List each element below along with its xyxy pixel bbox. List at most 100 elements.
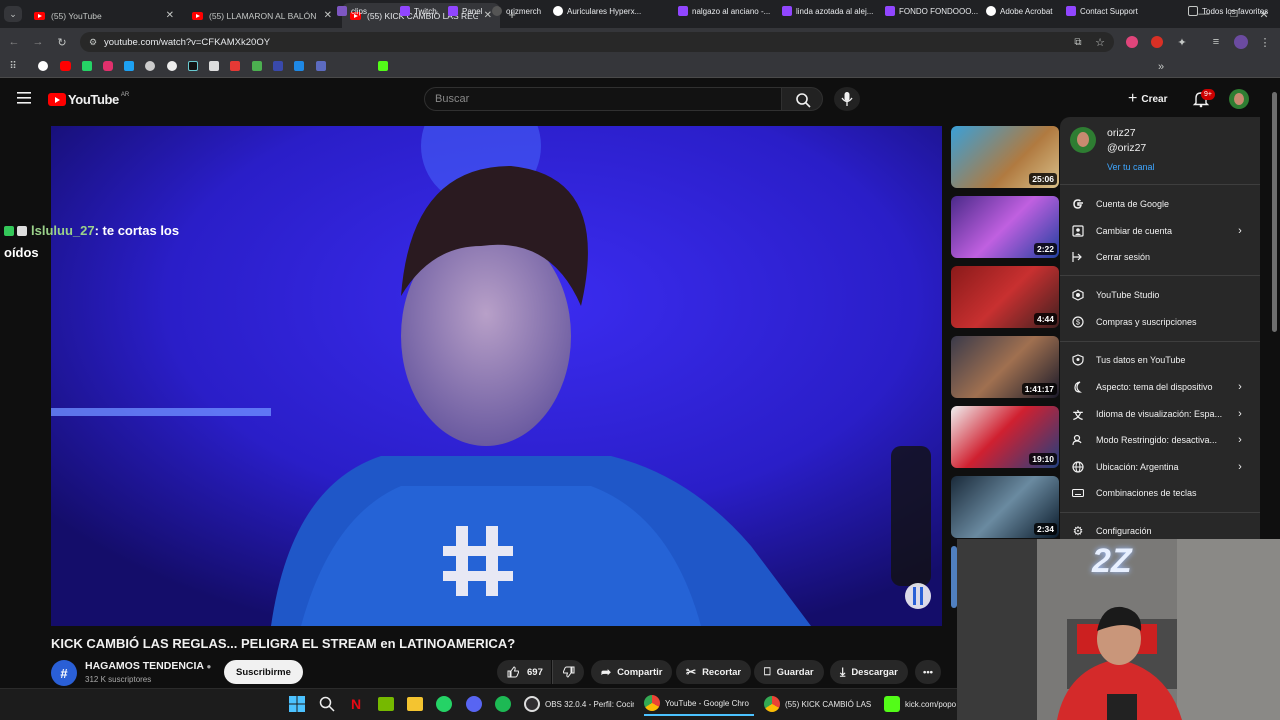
taskbar-obs[interactable]: OBS 32.0.4 - Perfil: Cocin	[524, 692, 634, 716]
instagram-bookmark-icon[interactable]	[103, 61, 113, 71]
bookmark-linda[interactable]: linda azotada al alej...	[782, 4, 873, 18]
all-bookmarks-folder[interactable]: Todos los favoritos	[1188, 4, 1268, 18]
recommended-thumbnail[interactable]: 2:34	[951, 476, 1059, 538]
recommended-thumbnail[interactable]: 25:06	[951, 126, 1059, 188]
search-button[interactable]	[781, 87, 823, 111]
download-button[interactable]: ⤓ Descargar	[830, 660, 908, 684]
bookmark-icon[interactable]	[167, 61, 177, 71]
bookmark-icon[interactable]	[294, 61, 304, 71]
menu-item-your-data[interactable]: Tus datos en YouTube	[1060, 347, 1260, 373]
clip-button[interactable]: ✂ Recortar	[676, 660, 752, 684]
search-icon[interactable]	[319, 696, 335, 712]
taskbar-kick[interactable]: kick.com/popo	[884, 692, 957, 716]
tiktok-bookmark-icon[interactable]	[188, 61, 198, 71]
netflix-icon[interactable]: N	[349, 697, 363, 711]
taskbar-chrome-youtube[interactable]: YouTube - Google Chro	[644, 692, 754, 716]
extensions-puzzle-icon[interactable]: ✦	[1174, 34, 1190, 50]
close-tab-icon[interactable]: ✕	[324, 10, 332, 21]
bookmark-star-icon[interactable]: ☆	[1092, 34, 1108, 50]
tab-llamaron[interactable]: (55) LLAMARON AL BALÓN DE ✕	[184, 3, 340, 28]
bookmark-icon[interactable]	[145, 61, 155, 71]
menu-item-switch-account[interactable]: Cambiar de cuenta ›	[1060, 218, 1260, 244]
menu-item-google-account[interactable]: Cuenta de Google	[1060, 191, 1260, 217]
create-button[interactable]: + Crear	[1128, 90, 1167, 108]
site-info-icon[interactable]: ⚙	[87, 36, 99, 48]
extension-icon[interactable]	[1151, 36, 1163, 48]
shield-person-icon	[1071, 353, 1085, 367]
google-bookmark-icon[interactable]	[38, 61, 48, 71]
bookmark-orizmerch[interactable]: orizmerch	[492, 4, 541, 18]
badge-icon	[4, 226, 14, 236]
youtube-bookmark-icon[interactable]	[60, 61, 71, 71]
kebab-menu-icon[interactable]: ⋮	[1258, 34, 1272, 50]
menu-item-sign-out[interactable]: Cerrar sesión	[1060, 244, 1260, 270]
file-explorer-icon[interactable]	[407, 697, 423, 711]
tab-search-icon[interactable]: ⌄	[4, 6, 22, 22]
subscribe-button[interactable]: Suscribirme	[224, 660, 303, 684]
menu-item-purchases[interactable]: $ Compras y suscripciones	[1060, 309, 1260, 335]
recommended-thumbnail[interactable]: 4:44	[951, 266, 1059, 328]
whatsapp-icon[interactable]	[436, 696, 452, 712]
share-button[interactable]: ➦ Compartir	[591, 660, 673, 684]
taskbar-chrome-kick[interactable]: (55) KICK CAMBIÓ LAS I	[764, 692, 874, 716]
bookmark-icon[interactable]	[209, 61, 219, 71]
menu-item-location[interactable]: Ubicación: Argentina ›	[1060, 454, 1260, 480]
bookmark-clips[interactable]: clips	[337, 4, 367, 18]
menu-item-appearance[interactable]: Aspecto: tema del dispositivo ›	[1060, 374, 1260, 400]
account-avatar[interactable]	[1229, 89, 1249, 109]
menu-item-restricted-mode[interactable]: Modo Restringido: desactiva... ›	[1060, 427, 1260, 453]
menu-item-youtube-studio[interactable]: YouTube Studio	[1060, 282, 1260, 308]
windows-start-icon[interactable]	[289, 696, 305, 712]
bookmark-panel[interactable]: Panel	[448, 4, 482, 18]
spotify-icon[interactable]	[495, 696, 511, 712]
channel-avatar[interactable]: #	[51, 660, 77, 686]
youtube-logo[interactable]: YouTube AR	[48, 92, 129, 107]
install-app-icon[interactable]: ⧉	[1070, 34, 1086, 50]
video-player[interactable]	[51, 126, 942, 626]
bookmark-contact-support[interactable]: Contact Support	[1066, 4, 1138, 18]
view-channel-link[interactable]: Ver tu canal	[1107, 162, 1155, 172]
menu-item-label: YouTube Studio	[1096, 290, 1160, 300]
obs-icon	[524, 696, 540, 712]
address-bar[interactable]: ⚙ youtube.com/watch?v=CFKAMXk20OY	[80, 32, 1114, 52]
kick-bookmark-icon[interactable]	[378, 61, 388, 71]
bookmark-auriculares[interactable]: Auriculares Hyperx...	[553, 4, 641, 18]
search-input[interactable]: Buscar	[424, 87, 782, 111]
bookmark-twitch[interactable]: Twitch	[400, 4, 437, 18]
like-button[interactable]: 697	[497, 660, 551, 684]
save-button[interactable]: ⎕ Guardar	[754, 660, 824, 684]
bookmark-icon[interactable]	[124, 61, 134, 71]
recommended-thumbnail[interactable]: 2:22	[951, 196, 1059, 258]
close-tab-icon[interactable]: ✕	[166, 10, 174, 21]
menu-item-keyboard-shortcuts[interactable]: Combinaciones de teclas	[1060, 480, 1260, 506]
tab-youtube[interactable]: (55) YouTube ✕	[26, 3, 182, 28]
back-icon[interactable]: ←	[6, 34, 22, 50]
apps-grid-icon[interactable]: ⠿	[6, 59, 20, 73]
recommended-thumbnail[interactable]: 1:41:17	[951, 336, 1059, 398]
bookmark-icon[interactable]	[316, 61, 326, 71]
nvidia-icon[interactable]	[378, 697, 394, 711]
bookmark-icon[interactable]	[230, 61, 240, 71]
bookmark-nalgazo[interactable]: nalgazo al anciano -...	[678, 4, 770, 18]
extension-icon[interactable]	[1126, 36, 1138, 48]
bookmark-icon[interactable]	[273, 61, 283, 71]
media-control-icon[interactable]: ≡	[1208, 34, 1224, 50]
close-tab-icon[interactable]: ✕	[484, 10, 492, 21]
more-bookmarks-icon[interactable]: »	[1154, 60, 1168, 74]
bookmark-icon[interactable]	[82, 61, 92, 71]
dislike-button[interactable]	[552, 660, 584, 684]
bookmark-fondo[interactable]: FONDO FONDOOO...	[885, 4, 978, 18]
bookmark-icon[interactable]	[252, 61, 262, 71]
forward-icon[interactable]: →	[30, 34, 46, 50]
bookmark-adobe[interactable]: Adobe Acrobat	[986, 4, 1052, 18]
discord-icon[interactable]	[466, 696, 482, 712]
hamburger-menu-icon[interactable]	[17, 92, 31, 104]
page-scrollbar[interactable]	[1272, 92, 1277, 332]
menu-item-language[interactable]: 文 Idioma de visualización: Espa... ›	[1060, 401, 1260, 427]
reload-icon[interactable]: ↻	[54, 34, 70, 50]
more-actions-button[interactable]: •••	[915, 660, 941, 684]
channel-name-row[interactable]: HAGAMOS TENDENCIA ●	[85, 660, 211, 672]
voice-search-button[interactable]	[834, 87, 860, 111]
recommended-thumbnail[interactable]: 19:10	[951, 406, 1059, 468]
profile-avatar-icon[interactable]	[1234, 35, 1248, 49]
